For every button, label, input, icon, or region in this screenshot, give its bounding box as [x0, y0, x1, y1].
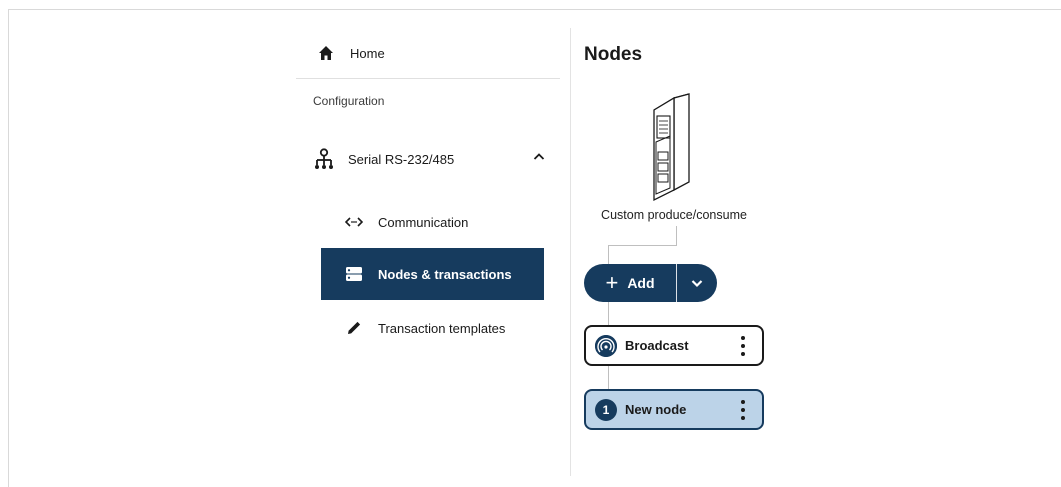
chevron-down-icon	[690, 276, 704, 290]
connector-line	[608, 245, 677, 246]
node-card-broadcast[interactable]: Broadcast	[584, 325, 764, 366]
add-divider	[676, 264, 677, 302]
page-title: Nodes	[584, 44, 643, 65]
sidebar-item-nodes-transactions[interactable]: Nodes & transactions	[321, 248, 544, 300]
server-icon	[345, 266, 363, 282]
sidebar: Home Configuration Serial RS-232/485 Com…	[296, 28, 560, 336]
section-heading: Configuration	[313, 94, 385, 108]
sidebar-item-communication[interactable]: Communication	[321, 196, 544, 248]
add-button[interactable]: + Add	[584, 264, 676, 302]
add-dropdown-button[interactable]	[677, 264, 717, 302]
sidebar-item-label: Communication	[378, 214, 469, 230]
add-button-label: Add	[627, 275, 655, 291]
panel-divider	[570, 28, 571, 476]
device-label: Custom produce/consume	[601, 208, 747, 222]
node-number-badge: 1	[595, 398, 617, 421]
sidebar-item-label: Nodes & transactions	[378, 266, 512, 282]
connector-line	[608, 302, 609, 325]
more-options-icon[interactable]	[734, 400, 752, 420]
more-options-icon[interactable]	[734, 336, 752, 356]
connector-line	[608, 366, 609, 389]
home-icon	[318, 45, 334, 61]
connector-line	[608, 245, 609, 264]
sidebar-item-label: Transaction templates	[378, 320, 506, 336]
plus-icon: +	[605, 270, 619, 295]
connector-line	[676, 226, 677, 246]
node-card-new-node[interactable]: 1 New node	[584, 389, 764, 430]
add-split-button: + Add	[584, 264, 717, 302]
sidebar-item-label: Home	[350, 45, 385, 61]
sidebar-item-serial[interactable]: Serial RS-232/485	[296, 136, 560, 182]
device-icon	[640, 90, 700, 202]
sidebar-item-home[interactable]: Home	[296, 28, 560, 79]
node-label: New node	[625, 402, 687, 417]
sidebar-item-transaction-templates[interactable]: Transaction templates	[321, 302, 544, 354]
broadcast-icon	[595, 334, 617, 357]
network-tree-icon	[314, 148, 334, 170]
pencil-icon	[345, 320, 363, 336]
sidebar-item-label: Serial RS-232/485	[348, 151, 455, 167]
node-label: Broadcast	[625, 338, 689, 353]
chevron-up-icon[interactable]	[532, 150, 546, 164]
code-brackets-icon	[345, 214, 363, 230]
